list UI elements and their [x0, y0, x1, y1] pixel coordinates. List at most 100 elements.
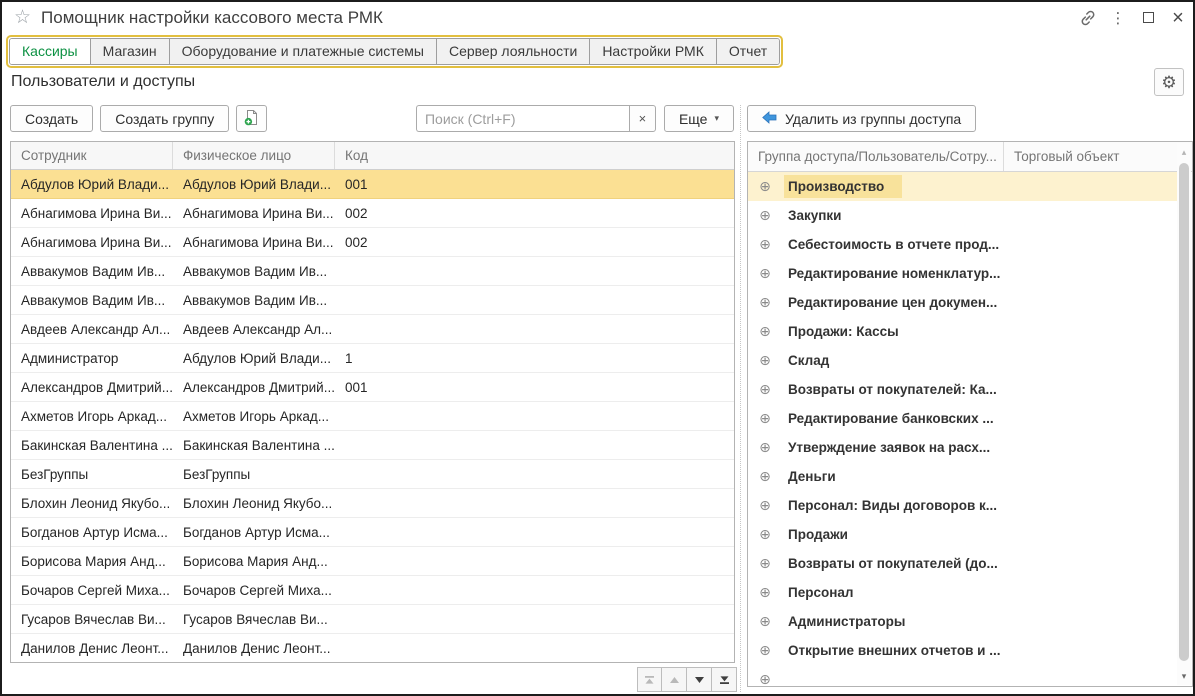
scrollbar-thumb[interactable]: [1179, 163, 1189, 661]
access-group-label: Продажи: [784, 523, 866, 546]
expand-node-icon[interactable]: ⊕: [758, 265, 772, 282]
expand-node-icon[interactable]: ⊕: [758, 410, 772, 427]
expand-node-icon[interactable]: ⊕: [758, 236, 772, 253]
tab[interactable]: Сервер лояльности: [437, 39, 590, 64]
tab[interactable]: Оборудование и платежные системы: [170, 39, 437, 64]
access-groups-table: Группа доступа/Пользователь/Сотру... Тор…: [747, 141, 1193, 687]
scroll-down-arrow[interactable]: ▾: [1177, 669, 1191, 683]
expand-node-icon[interactable]: ⊕: [758, 642, 772, 659]
go-to-bottom-button[interactable]: [712, 667, 737, 692]
expand-node-icon[interactable]: ⊕: [758, 613, 772, 630]
tab[interactable]: Отчет: [717, 39, 779, 64]
tree-row[interactable]: ⊕ Возвраты от покупателей (до...: [748, 549, 1177, 578]
tab[interactable]: Кассиры: [10, 39, 91, 64]
code-cell: [335, 286, 734, 314]
expand-node-icon[interactable]: ⊕: [758, 526, 772, 543]
table-row[interactable]: Ахметов Игорь Аркад... Ахметов Игорь Арк…: [11, 402, 734, 431]
column-header-person[interactable]: Физическое лицо: [173, 142, 335, 169]
settings-button[interactable]: ⚙: [1154, 68, 1184, 96]
table-row[interactable]: Гусаров Вячеслав Ви... Гусаров Вячеслав …: [11, 605, 734, 634]
expand-node-icon[interactable]: ⊕: [758, 468, 772, 485]
code-cell: [335, 431, 734, 459]
favorite-star-icon[interactable]: ☆: [14, 8, 31, 27]
scroll-up-arrow[interactable]: ▴: [1177, 145, 1191, 159]
tree-row[interactable]: ⊕ Себестоимость в отчете прод...: [748, 230, 1177, 259]
close-button[interactable]: ×: [1163, 6, 1193, 30]
table-row[interactable]: Бочаров Сергей Миха... Бочаров Сергей Ми…: [11, 576, 734, 605]
tree-row[interactable]: ⊕ Персонал: [748, 578, 1177, 607]
table-row[interactable]: Авдеев Александр Ал... Авдеев Александр …: [11, 315, 734, 344]
move-up-button[interactable]: [662, 667, 687, 692]
column-header-trade-object[interactable]: Торговый объект: [1004, 142, 1177, 171]
column-header-access-group[interactable]: Группа доступа/Пользователь/Сотру...: [748, 142, 1004, 171]
copy-button[interactable]: [236, 105, 267, 132]
employee-cell: Абнагимова Ирина Ви...: [11, 199, 173, 227]
tree-row[interactable]: ⊕ Редактирование банковских ...: [748, 404, 1177, 433]
clear-search-button[interactable]: ×: [629, 105, 656, 132]
table-row[interactable]: Абнагимова Ирина Ви... Абнагимова Ирина …: [11, 199, 734, 228]
move-down-button[interactable]: [687, 667, 712, 692]
table-row[interactable]: Блохин Леонид Якубо... Блохин Леонид Яку…: [11, 489, 734, 518]
table-row[interactable]: Александров Дмитрий... Александров Дмитр…: [11, 373, 734, 402]
users-toolbar: Создать Создать группу × Еще ▾: [10, 105, 734, 132]
person-cell: Александров Дмитрий...: [173, 373, 335, 401]
table-row[interactable]: Администратор Абдулов Юрий Влади... 1: [11, 344, 734, 373]
table-row[interactable]: Аввакумов Вадим Ив... Аввакумов Вадим Ив…: [11, 257, 734, 286]
tree-row[interactable]: ⊕ Редактирование номенклатур...: [748, 259, 1177, 288]
access-group-label: Производство: [784, 175, 902, 198]
section-title: Пользователи и доступы: [11, 73, 195, 91]
more-actions-button[interactable]: Еще ▾: [664, 105, 734, 132]
blue-left-arrow-icon: [762, 111, 785, 127]
link-icon[interactable]: [1073, 6, 1103, 30]
tree-row[interactable]: ⊕ Утверждение заявок на расх...: [748, 433, 1177, 462]
tree-row[interactable]: ⊕ Открытие внешних отчетов и ...: [748, 636, 1177, 665]
expand-node-icon[interactable]: ⊕: [758, 178, 772, 195]
more-menu-icon[interactable]: ⋮: [1103, 6, 1133, 30]
tab[interactable]: Настройки РМК: [590, 39, 717, 64]
tree-row[interactable]: ⊕: [748, 665, 1177, 686]
table-row[interactable]: Аввакумов Вадим Ив... Аввакумов Вадим Ив…: [11, 286, 734, 315]
tree-row[interactable]: ⊕ Администраторы: [748, 607, 1177, 636]
employee-cell: Борисова Мария Анд...: [11, 547, 173, 575]
tree-row[interactable]: ⊕ Возвраты от покупателей: Ка...: [748, 375, 1177, 404]
tree-row[interactable]: ⊕ Продажи: [748, 520, 1177, 549]
tree-row[interactable]: ⊕ Продажи: Кассы: [748, 317, 1177, 346]
expand-node-icon[interactable]: ⊕: [758, 207, 772, 224]
person-cell: Данилов Денис Леонт...: [173, 634, 335, 662]
access-group-label: Возвраты от покупателей (до...: [784, 552, 1016, 575]
tree-row[interactable]: ⊕ Редактирование цен докумен...: [748, 288, 1177, 317]
access-group-label: Администраторы: [784, 610, 923, 633]
table-row[interactable]: Бакинская Валентина ... Бакинская Валент…: [11, 431, 734, 460]
panel-splitter[interactable]: [740, 105, 741, 692]
table-row[interactable]: БезГруппы БезГруппы: [11, 460, 734, 489]
column-header-employee[interactable]: Сотрудник: [11, 142, 173, 169]
table-row[interactable]: Данилов Денис Леонт... Данилов Денис Лео…: [11, 634, 734, 663]
table-row[interactable]: Абнагимова Ирина Ви... Абнагимова Ирина …: [11, 228, 734, 257]
tree-row[interactable]: ⊕ Производство: [748, 172, 1177, 201]
expand-node-icon[interactable]: ⊕: [758, 352, 772, 369]
go-to-top-button[interactable]: [637, 667, 662, 692]
remove-from-access-group-button[interactable]: Удалить из группы доступа: [747, 105, 976, 132]
expand-node-icon[interactable]: ⊕: [758, 439, 772, 456]
expand-node-icon[interactable]: ⊕: [758, 497, 772, 514]
expand-node-icon[interactable]: ⊕: [758, 671, 772, 686]
tab[interactable]: Магазин: [91, 39, 170, 64]
table-row[interactable]: Богданов Артур Исма... Богданов Артур Ис…: [11, 518, 734, 547]
maximize-button[interactable]: [1133, 6, 1163, 30]
column-header-code[interactable]: Код: [335, 142, 734, 169]
create-button[interactable]: Создать: [10, 105, 93, 132]
table-row[interactable]: Абдулов Юрий Влади... Абдулов Юрий Влади…: [11, 170, 734, 199]
expand-node-icon[interactable]: ⊕: [758, 323, 772, 340]
access-group-label: Возвраты от покупателей: Ка...: [784, 378, 1015, 401]
tree-row[interactable]: ⊕ Персонал: Виды договоров к...: [748, 491, 1177, 520]
expand-node-icon[interactable]: ⊕: [758, 381, 772, 398]
expand-node-icon[interactable]: ⊕: [758, 584, 772, 601]
expand-node-icon[interactable]: ⊕: [758, 555, 772, 572]
create-group-button[interactable]: Создать группу: [100, 105, 229, 132]
table-row[interactable]: Борисова Мария Анд... Борисова Мария Анд…: [11, 547, 734, 576]
tree-row[interactable]: ⊕ Склад: [748, 346, 1177, 375]
tree-row[interactable]: ⊕ Закупки: [748, 201, 1177, 230]
tree-row[interactable]: ⊕ Деньги: [748, 462, 1177, 491]
expand-node-icon[interactable]: ⊕: [758, 294, 772, 311]
search-input[interactable]: [416, 105, 629, 132]
